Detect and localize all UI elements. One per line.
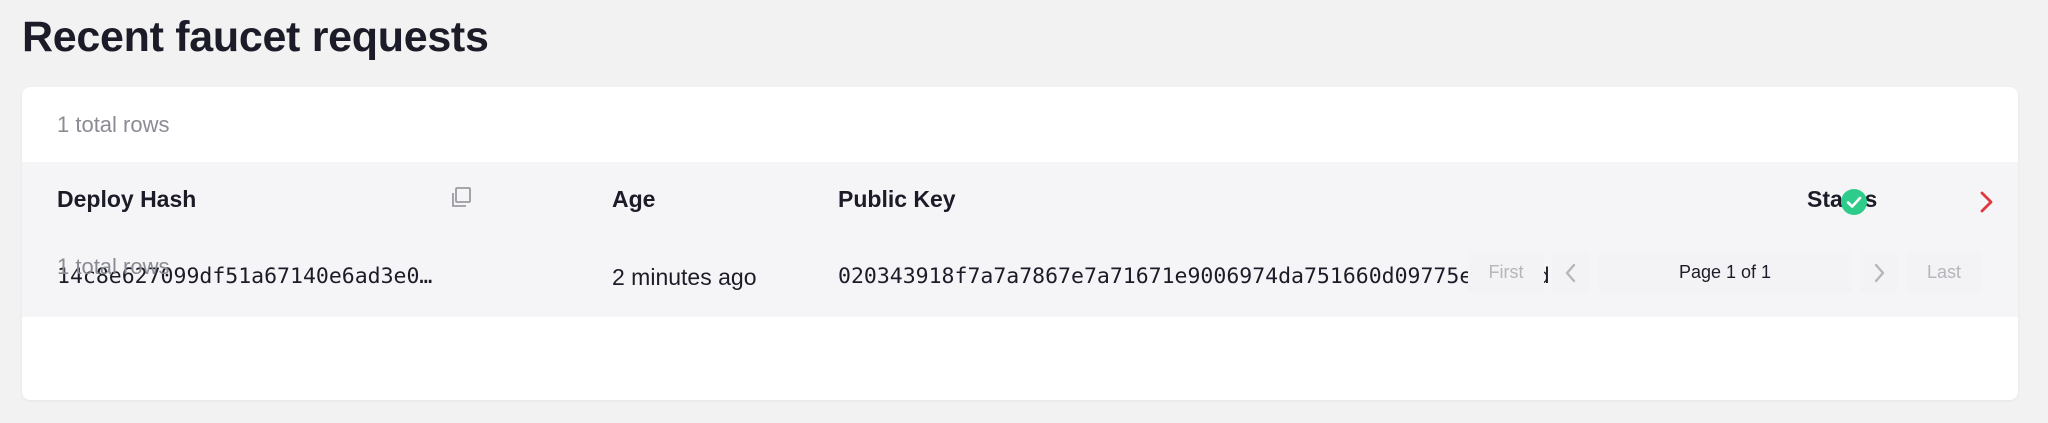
next-page-button[interactable]: [1860, 252, 1898, 293]
first-page-button[interactable]: First: [1468, 252, 1544, 293]
total-rows-top: 1 total rows: [57, 112, 170, 137]
public-key-cell[interactable]: 020343918f7a7a7867e7a71671e9006974da7516…: [838, 237, 1576, 317]
column-header-public-key[interactable]: Public Key: [838, 162, 956, 237]
last-page-button[interactable]: Last: [1906, 252, 1982, 293]
column-header-age[interactable]: Age: [612, 162, 655, 237]
age-cell: 2 minutes ago: [612, 264, 757, 290]
requests-table: Deploy Hash Age Public Key Status 14c8e6…: [22, 162, 2018, 317]
chevron-right-icon: [1874, 263, 1885, 283]
chevron-left-icon: [1565, 263, 1576, 283]
column-header-deploy-hash[interactable]: Deploy Hash: [57, 162, 196, 237]
total-rows-bottom: 1 total rows: [57, 254, 170, 279]
chevron-right-icon[interactable]: [1971, 187, 2001, 217]
copy-icon[interactable]: [449, 186, 473, 210]
success-check-icon: [1840, 188, 1868, 216]
prev-page-button[interactable]: [1552, 252, 1590, 293]
page-indicator: Page 1 of 1: [1598, 252, 1852, 293]
faucet-requests-card: 1 total rows Deploy Hash Age Public Key …: [22, 87, 2018, 400]
page-title: Recent faucet requests: [22, 13, 489, 61]
